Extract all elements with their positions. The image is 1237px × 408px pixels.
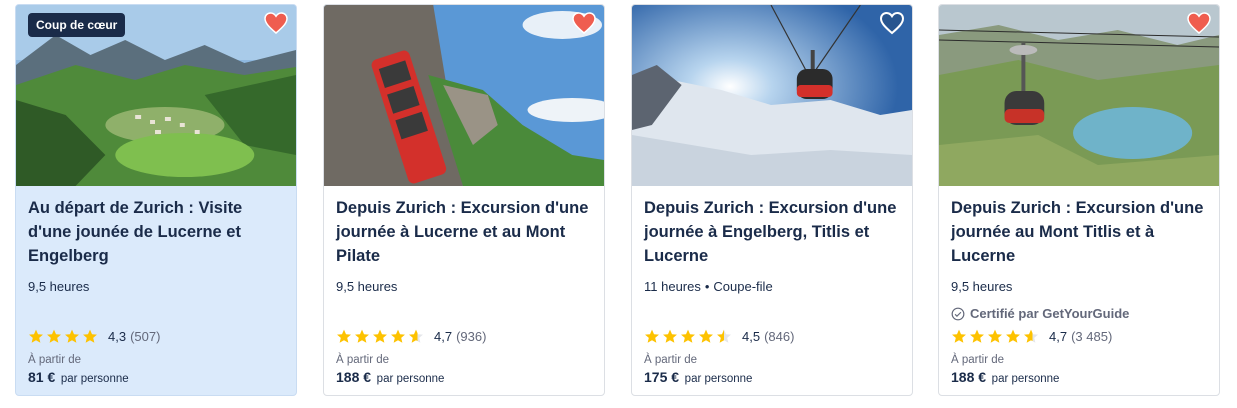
review-count: (507) (130, 329, 161, 344)
activity-title[interactable]: Depuis Zurich : Excursion d'une journée … (644, 196, 900, 268)
price-from-label: À partir de (28, 354, 82, 366)
activity-title[interactable]: Depuis Zurich : Excursion d'une journée … (336, 196, 592, 268)
activity-duration: 9,5 heures (336, 279, 398, 294)
activity-image-engelberg[interactable]: Coup de cœur (16, 5, 296, 186)
activity-card[interactable]: Coup de cœur Au départ de Zurich : Visit… (15, 4, 297, 396)
activity-title[interactable]: Au départ de Zurich : Visite d'une jouné… (28, 196, 284, 268)
rating-value: 4,7 (1049, 329, 1068, 344)
certified-check-icon (951, 307, 965, 320)
activity-image-pilatus[interactable] (324, 5, 604, 186)
certified-badge: Certifié par GetYourGuide (951, 306, 1207, 321)
review-count: (936) (456, 329, 487, 344)
price: 175 € par personne (644, 369, 900, 385)
certified-label: Certifié par GetYourGuide (970, 306, 1130, 321)
price: 81 € par personne (28, 369, 284, 385)
activity-duration: 11 heures (644, 279, 701, 294)
favorite-heart-icon[interactable] (264, 11, 288, 35)
activity-card[interactable]: Depuis Zurich : Excursion d'une journée … (323, 4, 605, 396)
rating-row: 4,7 (936) (336, 329, 592, 344)
rating-row: 4,5 (846) (644, 329, 900, 344)
price-value: 188 € (951, 369, 987, 385)
activity-duration: 9,5 heures (951, 279, 1013, 294)
activity-image-titlis-cable-car[interactable] (632, 5, 912, 186)
rating-value: 4,5 (742, 329, 761, 344)
review-count: (846) (764, 329, 795, 344)
separator-dot: • (704, 279, 710, 294)
rating-value: 4,3 (108, 329, 127, 344)
activity-title[interactable]: Depuis Zurich : Excursion d'une journée … (951, 196, 1207, 268)
price-from-label: À partir de (336, 354, 390, 366)
price-per-label: par personne (60, 373, 129, 385)
price-from-label: À partir de (951, 354, 1005, 366)
price-per-label: par personne (991, 373, 1060, 385)
favorite-heart-outline-icon[interactable] (880, 11, 904, 35)
price-value: 188 € (336, 369, 372, 385)
star-rating-icons (951, 329, 1039, 344)
price-per-label: par personne (376, 373, 445, 385)
star-rating-icons (28, 329, 98, 344)
star-rating-icons (644, 329, 732, 344)
activity-image-titlis-lake[interactable] (939, 5, 1219, 186)
favorite-heart-icon[interactable] (572, 11, 596, 35)
price: 188 € par personne (336, 369, 592, 385)
price-value: 81 € (28, 369, 56, 385)
activity-duration: 9,5 heures (28, 279, 90, 294)
price-value: 175 € (644, 369, 680, 385)
price: 188 € par personne (951, 369, 1207, 385)
rating-row: 4,7 (3 485) (951, 329, 1207, 344)
rating-value: 4,7 (434, 329, 453, 344)
price-per-label: par personne (684, 373, 753, 385)
review-count: (3 485) (1071, 329, 1113, 344)
activity-meta: 11 heures • Coupe-file (644, 278, 900, 296)
favorite-heart-icon[interactable] (1187, 11, 1211, 35)
price-from-label: À partir de (644, 354, 698, 366)
activity-card-row: Coup de cœur Au départ de Zurich : Visit… (0, 0, 1237, 408)
activity-card[interactable]: Depuis Zurich : Excursion d'une journée … (631, 4, 913, 396)
badge-coup-de-coeur: Coup de cœur (28, 13, 126, 37)
skip-the-line-label: Coupe-file (713, 279, 773, 294)
star-rating-icons (336, 329, 424, 344)
rating-row: 4,3 (507) (28, 329, 284, 344)
activity-card[interactable]: Depuis Zurich : Excursion d'une journée … (938, 4, 1220, 396)
